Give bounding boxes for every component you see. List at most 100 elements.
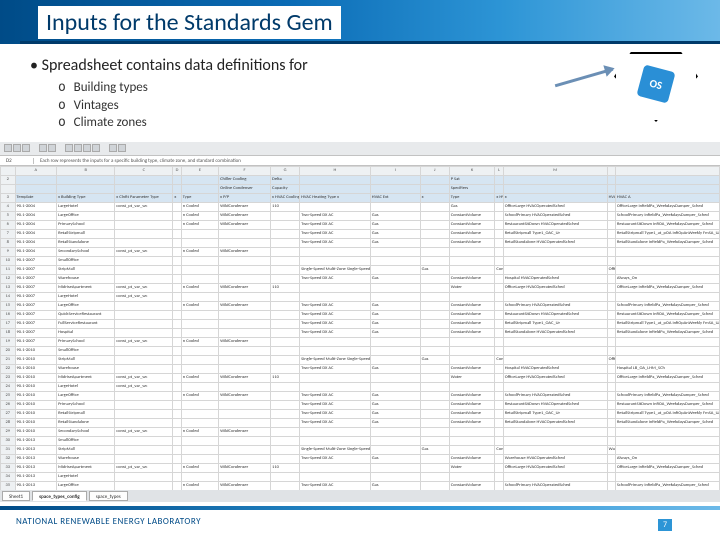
data-cell: Warehouse HVACOperatedSched	[503, 455, 607, 464]
data-cell	[181, 365, 218, 374]
data-cell	[503, 356, 607, 365]
data-cell	[300, 203, 371, 212]
data-cell	[607, 293, 615, 302]
data-cell	[181, 446, 218, 455]
data-cell: OfficeLarge HVACOperatedSched	[503, 374, 607, 383]
data-cell: Gas	[370, 410, 420, 419]
data-cell	[607, 419, 615, 428]
data-cell	[420, 365, 449, 374]
data-cell	[219, 230, 271, 239]
header-cell: 2	[1, 176, 16, 185]
data-cell	[420, 293, 449, 302]
data-cell	[420, 419, 449, 428]
data-cell: 90.1-2010	[15, 410, 57, 419]
data-cell	[173, 302, 181, 311]
sheet-tab-active[interactable]: space_types_config	[32, 491, 87, 501]
data-cell: Always_On	[615, 275, 719, 284]
data-cell: SchoolPrimary HVACOperatedSched	[503, 212, 607, 221]
data-cell: ConstantVolume	[449, 302, 495, 311]
data-cell: FullServiceRestaurant	[57, 320, 115, 329]
header-cell: Online Condenser	[219, 185, 271, 194]
data-cell: 23	[1, 374, 16, 383]
data-cell: 19	[1, 338, 16, 347]
data-cell	[607, 221, 615, 230]
data-cell	[271, 311, 300, 320]
header-cell	[57, 185, 115, 194]
data-cell: RetailStripmall Type1_at_pOA InfiOpAnWee…	[615, 230, 719, 239]
sub-bullet-list: Building types Vintages Climate zones	[58, 79, 692, 132]
data-cell	[271, 347, 300, 356]
col-letter: K	[449, 167, 495, 176]
data-cell	[181, 257, 218, 266]
header-cell: x	[503, 194, 607, 203]
data-cell	[495, 275, 503, 284]
data-cell: SmallOffice	[57, 347, 115, 356]
slide-header: Inputs for the Standards Gem	[0, 0, 720, 44]
header-cell: HVAC Heating Type x	[300, 194, 371, 203]
data-cell	[173, 221, 181, 230]
data-cell: Two-Speed DX AC	[300, 401, 371, 410]
data-cell: Hospital LB_OA_LHM_SCh	[615, 365, 719, 374]
data-cell: PrimarySchool	[57, 221, 115, 230]
data-cell	[181, 347, 218, 356]
data-cell	[449, 428, 495, 437]
data-cell: 24	[1, 383, 16, 392]
data-cell: 28	[1, 419, 16, 428]
header-cell	[370, 176, 420, 185]
data-cell: ConstantVolume	[449, 401, 495, 410]
col-letter: C	[115, 167, 173, 176]
data-cell	[449, 338, 495, 347]
slide-body: Spreadsheet contains data definitions fo…	[0, 44, 720, 136]
data-cell	[495, 347, 503, 356]
sheet-tab[interactable]: Sheet1	[2, 491, 30, 501]
col-letter: D	[173, 167, 181, 176]
data-cell	[173, 329, 181, 338]
header-cell	[607, 176, 615, 185]
data-cell: 90.1-2004	[15, 239, 57, 248]
data-cell: const_pt_var_wc	[115, 284, 173, 293]
data-cell	[173, 455, 181, 464]
data-cell	[370, 347, 420, 356]
data-cell: RestaurantSitDown HVACOperatedSched	[503, 221, 607, 230]
sheet-tab[interactable]: space_types	[89, 491, 128, 501]
header-cell: 3	[1, 194, 16, 203]
data-cell: Gas	[420, 266, 449, 275]
data-cell	[115, 392, 173, 401]
data-cell	[219, 275, 271, 284]
sub-bullet: Climate zones	[58, 114, 692, 132]
data-cell: 15	[1, 302, 16, 311]
data-cell	[495, 320, 503, 329]
data-cell	[607, 239, 615, 248]
sub-bullet: Building types	[58, 79, 692, 97]
data-cell: SecondarySchool	[57, 248, 115, 257]
data-cell	[271, 257, 300, 266]
data-cell: 90.1-2004	[15, 203, 57, 212]
data-cell: RestaurantSitDown InfiOA_WeekdaysDamper_…	[615, 311, 719, 320]
data-cell: Gas	[370, 275, 420, 284]
data-cell: RetailStandalone InfieldPa_WeekdaysDampe…	[615, 329, 719, 338]
data-cell	[173, 473, 181, 482]
data-cell	[495, 248, 503, 257]
data-cell: RetailStripmall Type1_OAC_Ur	[503, 410, 607, 419]
data-cell: RestaurantSitDown InfiOA_WeekdaysDamper_…	[615, 401, 719, 410]
data-cell: ConstantVolume	[495, 356, 503, 365]
footer-label: NATIONAL RENEWABLE ENERGY LABORATORY	[0, 510, 720, 533]
data-cell	[607, 473, 615, 482]
data-cell	[271, 302, 300, 311]
data-cell: ConstantVolume	[449, 230, 495, 239]
data-cell: 25	[1, 392, 16, 401]
header-cell	[181, 185, 218, 194]
data-cell: WildCondenser	[219, 203, 271, 212]
data-cell: const_pt_var_wc	[115, 203, 173, 212]
data-cell: 10	[1, 257, 16, 266]
data-cell: 90.1-2013	[15, 473, 57, 482]
header-cell	[15, 185, 57, 194]
data-cell: Gas	[370, 392, 420, 401]
data-cell: 90.1-2010	[15, 392, 57, 401]
data-cell	[115, 347, 173, 356]
data-cell	[300, 338, 371, 347]
header-cell	[370, 185, 420, 194]
data-cell: Two-Speed DX AC	[300, 410, 371, 419]
data-cell: 18	[1, 329, 16, 338]
data-cell	[449, 257, 495, 266]
